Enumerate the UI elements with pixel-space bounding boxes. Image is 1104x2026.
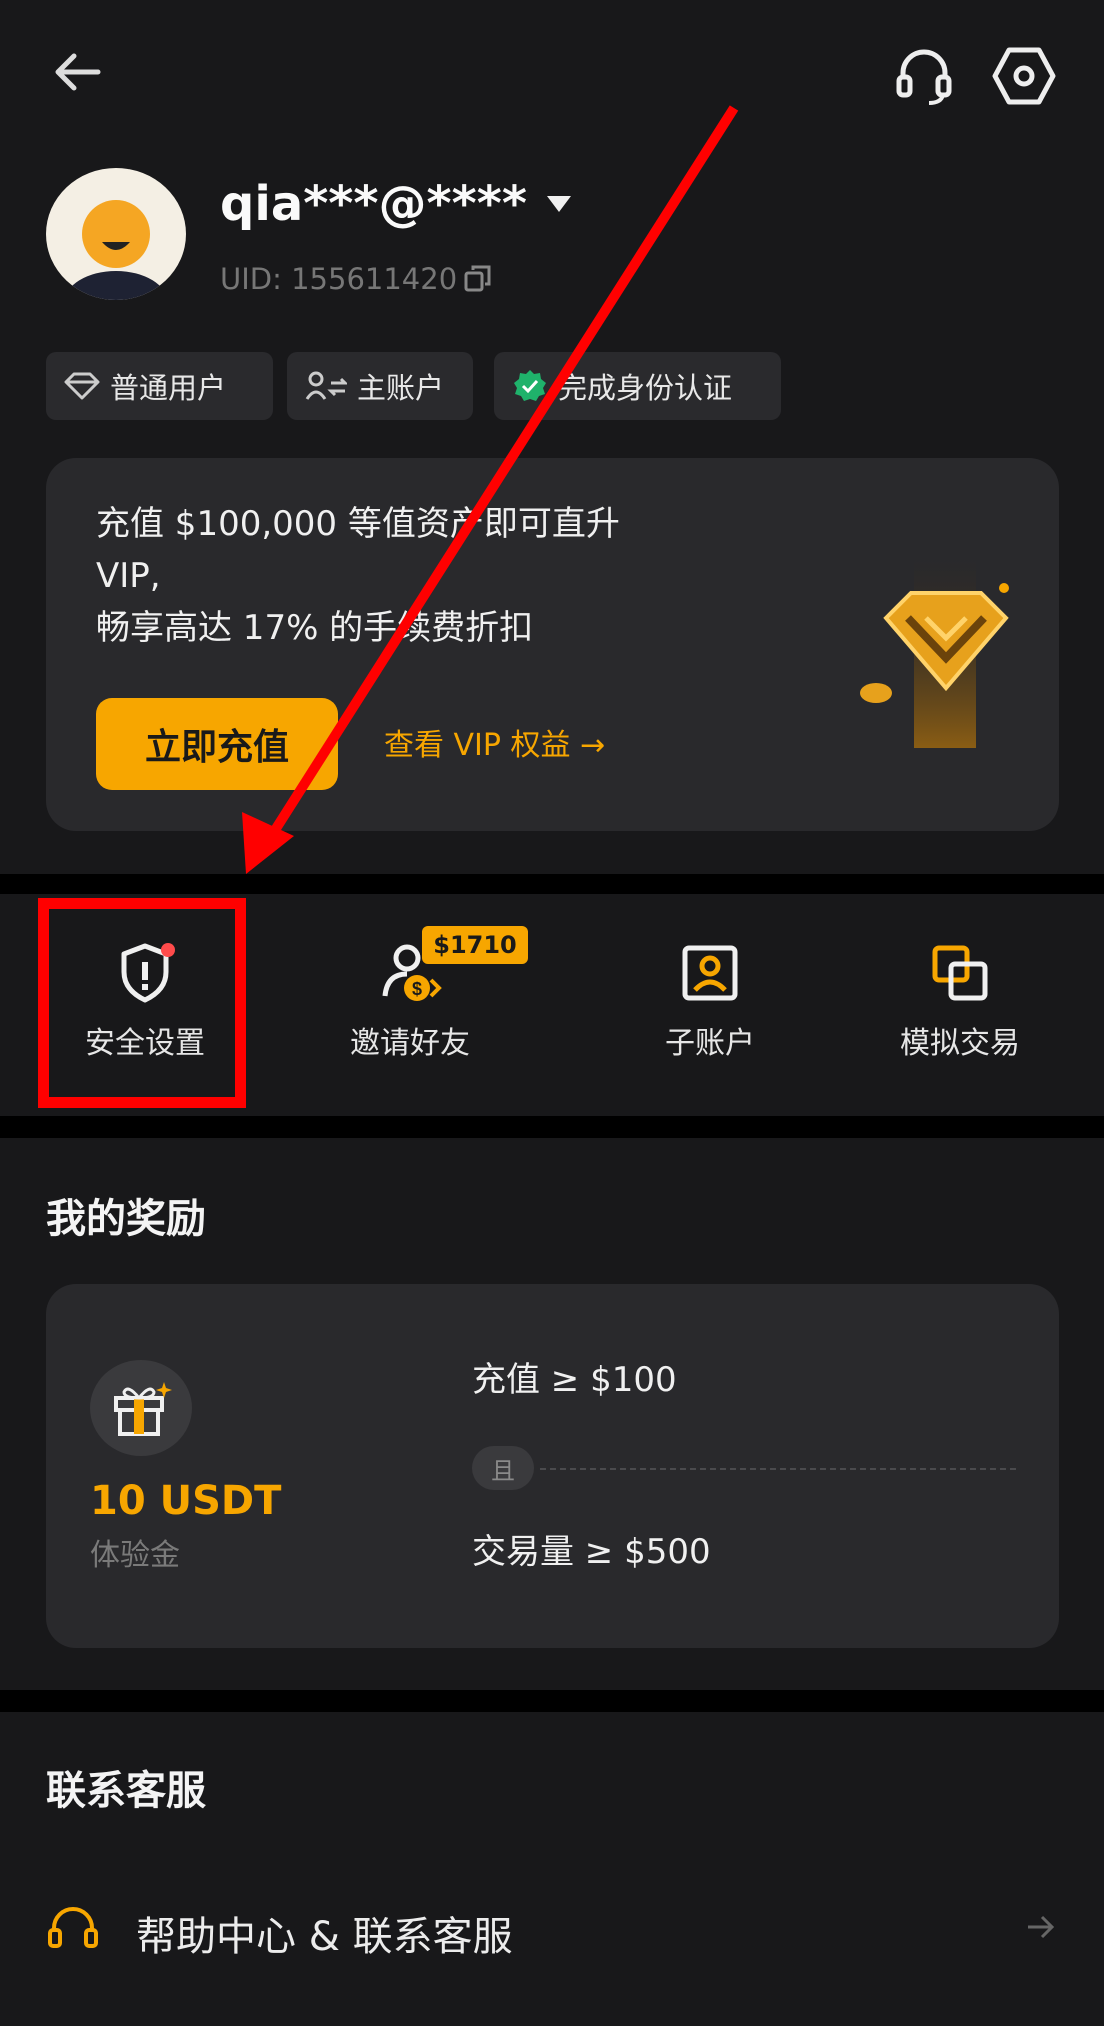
gift-icon bbox=[114, 1382, 172, 1436]
shortcut-label: 子账户 bbox=[665, 1026, 755, 1061]
copy-icon[interactable] bbox=[463, 264, 493, 294]
avatar[interactable] bbox=[46, 168, 186, 300]
tag-label: 普通用户 bbox=[110, 371, 227, 405]
shortcut-sub-account[interactable]: 子账户 bbox=[600, 940, 820, 1062]
hexagon-gear-icon bbox=[992, 47, 1056, 105]
vip-diamond-trophy-icon bbox=[860, 558, 1009, 748]
chevron-down-icon[interactable] bbox=[545, 194, 573, 214]
tag-main-account[interactable]: 主账户 bbox=[287, 352, 473, 420]
sub-account-icon bbox=[682, 945, 738, 1001]
help-center-label: 帮助中心 & 联系客服 bbox=[136, 1914, 513, 1960]
avatar-face-icon bbox=[64, 200, 168, 300]
help-center-item[interactable]: 帮助中心 & 联系客服 bbox=[0, 1890, 1104, 1970]
and-label: 且 bbox=[472, 1446, 534, 1490]
highlight-box bbox=[38, 898, 246, 1108]
uid-text: UID: 155611420 bbox=[220, 262, 458, 296]
shortcut-label: 邀请好友 bbox=[350, 1026, 470, 1061]
tag-kyc-verified[interactable]: 完成身份认证 bbox=[494, 352, 781, 420]
vip-text-line1: 充值 $100,000 等值资产即可直升 bbox=[96, 504, 620, 544]
deposit-now-button[interactable]: 立即充值 bbox=[96, 698, 338, 790]
contact-title: 联系客服 bbox=[46, 1768, 206, 1814]
tag-label: 主账户 bbox=[357, 371, 445, 405]
settings-button[interactable] bbox=[988, 40, 1060, 112]
view-vip-benefits-link[interactable]: 查看 VIP 权益 → bbox=[384, 720, 605, 764]
rewards-title: 我的奖励 bbox=[46, 1196, 206, 1242]
reward-card[interactable]: 10 USDT 体验金 充值 ≥ $100 且 交易量 ≥ $500 bbox=[46, 1284, 1059, 1648]
vip-text-line3: 畅享高达 17% 的手续费折扣 bbox=[96, 608, 534, 648]
condition-volume: 交易量 ≥ $500 bbox=[472, 1532, 711, 1572]
user-switch-icon bbox=[305, 371, 347, 400]
shortcut-demo-trading[interactable]: 模拟交易 bbox=[850, 940, 1070, 1062]
back-button[interactable] bbox=[40, 40, 116, 104]
gift-icon-wrap bbox=[90, 1360, 192, 1456]
reward-amount-desc: 体验金 bbox=[90, 1538, 180, 1573]
tag-label: 完成身份认证 bbox=[558, 371, 733, 405]
vip-promo-card: 充值 $100,000 等值资产即可直升 VIP, 畅享高达 17% 的手续费折… bbox=[46, 458, 1059, 831]
shortcut-label: 模拟交易 bbox=[900, 1026, 1020, 1061]
reward-amount: 10 USDT bbox=[90, 1478, 282, 1524]
tag-user-level[interactable]: 普通用户 bbox=[46, 352, 273, 420]
svg-text:$: $ bbox=[412, 979, 422, 999]
user-name: qia***@**** bbox=[220, 176, 527, 232]
diamond-icon bbox=[64, 372, 100, 400]
condition-deposit: 充值 ≥ $100 bbox=[472, 1360, 677, 1400]
verified-badge-icon bbox=[514, 370, 546, 401]
demo-trade-icon bbox=[932, 945, 988, 1001]
vip-text-line2: VIP, bbox=[96, 556, 161, 596]
customer-support-button[interactable] bbox=[888, 40, 960, 112]
arrow-right-icon bbox=[1028, 1915, 1055, 1939]
arrow-left-icon bbox=[55, 53, 101, 91]
invite-reward-badge: $1710 bbox=[422, 926, 528, 964]
condition-divider bbox=[540, 1468, 1016, 1470]
headset-icon bbox=[48, 1907, 98, 1948]
headset-icon bbox=[896, 49, 952, 105]
